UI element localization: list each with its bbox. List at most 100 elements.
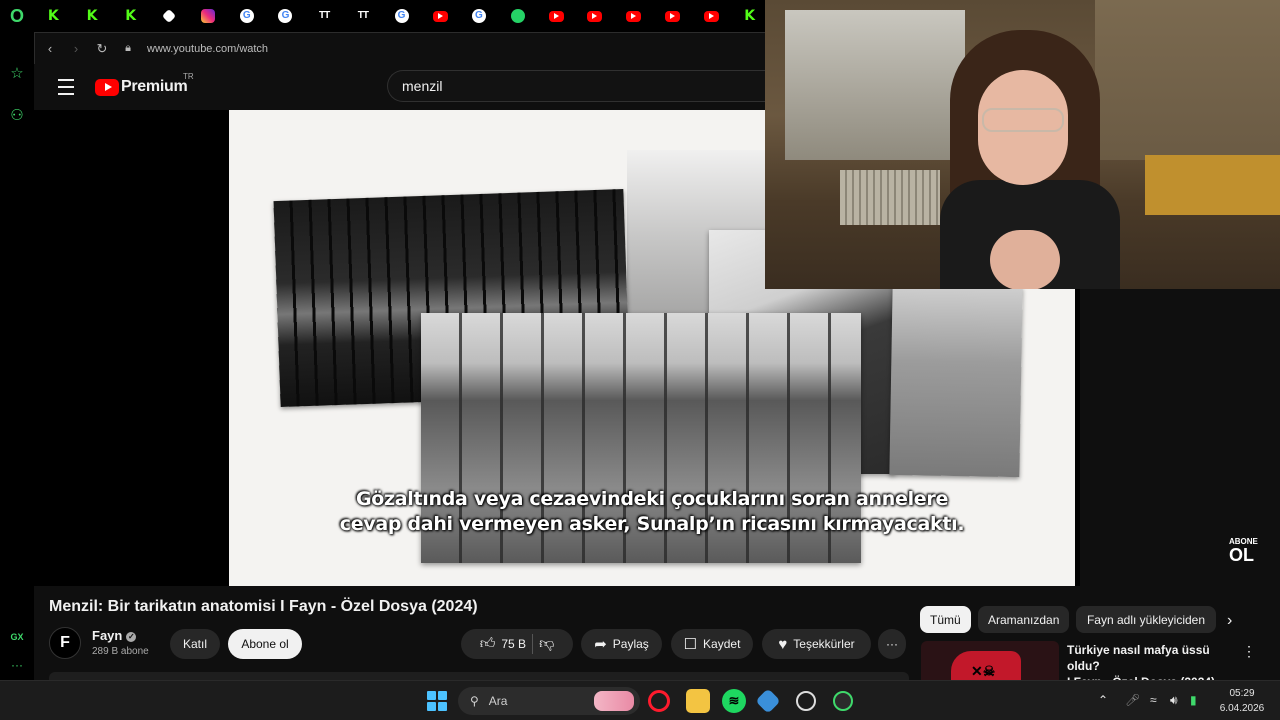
- chrome-icon[interactable]: [833, 691, 853, 711]
- pinned-tab[interactable]: [498, 0, 537, 32]
- star-icon[interactable]: ☆: [0, 64, 34, 82]
- clock-date: 6.04.2026: [1219, 703, 1265, 714]
- windows-start-icon[interactable]: [427, 691, 447, 711]
- pinned-tab[interactable]: G: [227, 0, 266, 32]
- pinned-tab[interactable]: [576, 0, 615, 32]
- subtitle-line: cevap dahi vermeyen asker, Sunalp’ın ric…: [339, 513, 965, 535]
- wifi-icon[interactable]: ≈: [1150, 693, 1157, 707]
- country-code: TR: [183, 72, 194, 81]
- github-icon: [162, 8, 177, 24]
- like-icon[interactable]: 👍︎: [480, 635, 496, 653]
- microphone-icon[interactable]: 🎤︎: [1125, 693, 1140, 707]
- verified-icon: ✓: [126, 632, 137, 642]
- file-explorer-icon[interactable]: [686, 689, 710, 713]
- subscribe-watermark[interactable]: ABONE OL: [1229, 537, 1269, 564]
- pinned-tab[interactable]: TT: [344, 0, 383, 32]
- streamer: [930, 30, 1130, 289]
- watermark-bottom: OL: [1229, 545, 1254, 565]
- taskbar-clock[interactable]: 05:29 6.04.2026: [1212, 686, 1272, 716]
- yard-photo: [889, 284, 1023, 478]
- opera-logo-icon[interactable]: O: [0, 0, 34, 32]
- pinned-tab[interactable]: [537, 0, 576, 32]
- pinned-tab[interactable]: K: [730, 0, 769, 32]
- subscriber-count: 289 B abone: [92, 646, 149, 657]
- recommendation-thumbnail[interactable]: ✕☠: [921, 641, 1059, 680]
- taskbar-search[interactable]: ⚲ Ara: [458, 687, 640, 715]
- kick-icon: K: [86, 8, 98, 24]
- address-bar: ‹ › ↻ 🔒︎ www.youtube.com/watch: [34, 32, 765, 64]
- app-diamond-icon[interactable]: [755, 688, 781, 714]
- back-icon[interactable]: ‹: [39, 38, 61, 60]
- aria-ai-icon[interactable]: ⚇: [0, 106, 34, 124]
- search-highlight-icon: [594, 691, 634, 711]
- super-thanks-icon: ♥: [778, 635, 788, 653]
- youtube-play-icon: [95, 78, 119, 96]
- pinned-tab[interactable]: [150, 0, 189, 32]
- kick-icon: K: [47, 8, 59, 24]
- pinned-tab[interactable]: [653, 0, 692, 32]
- browser-sidebar: ☆ ⚇ GX ···: [0, 32, 34, 680]
- like-count[interactable]: 75 B: [501, 637, 526, 651]
- opera-gx-icon[interactable]: [648, 690, 670, 712]
- screen: O K K K G G TT TT G G K ☆ ⚇ GX ··· ‹ › ↻ 🔒︎ www.y…: [0, 0, 1280, 720]
- pinned-tab[interactable]: K: [111, 0, 150, 32]
- radiator: [840, 170, 940, 225]
- chevron-up-icon[interactable]: ⌃: [1098, 693, 1108, 707]
- bookmark-icon: ☐: [683, 636, 698, 653]
- pinned-tab[interactable]: [189, 0, 228, 32]
- youtube-header: Premium TR menzil: [34, 64, 767, 110]
- share-button[interactable]: ➦ Paylaş: [581, 629, 662, 659]
- recommendation-title-line: Türkiye nasıl mafya üssü oldu?: [1067, 643, 1210, 673]
- url-field[interactable]: www.youtube.com/watch: [147, 43, 268, 55]
- thanks-button[interactable]: ♥ Teşekkürler: [762, 629, 871, 659]
- more-actions-icon[interactable]: ···: [878, 629, 906, 659]
- pinned-tab[interactable]: G: [460, 0, 499, 32]
- pinned-tab[interactable]: G: [266, 0, 305, 32]
- forward-icon[interactable]: ›: [65, 38, 87, 60]
- pinned-tab[interactable]: [421, 0, 460, 32]
- kick-icon: K: [125, 8, 137, 24]
- reload-icon[interactable]: ↻: [91, 38, 113, 60]
- volume-icon[interactable]: 🔊︎: [1170, 693, 1178, 708]
- pinned-tab[interactable]: TT: [305, 0, 344, 32]
- chevron-right-icon[interactable]: ›: [1227, 612, 1232, 630]
- join-button[interactable]: Katıl: [170, 629, 220, 659]
- pinned-tab[interactable]: [614, 0, 653, 32]
- share-label: Paylaş: [612, 637, 649, 651]
- channel-name-row[interactable]: Fayn ✓: [92, 628, 137, 643]
- chip-all[interactable]: Tümü: [920, 606, 971, 633]
- pinned-tab[interactable]: K: [34, 0, 73, 32]
- youtube-logo-text: Premium: [121, 78, 188, 95]
- share-icon: ➦: [594, 636, 607, 653]
- youtube-icon: [548, 10, 564, 22]
- gx-corner-label[interactable]: GX: [0, 632, 34, 642]
- search-icon: ⚲: [470, 694, 479, 708]
- channel-avatar[interactable]: F: [49, 627, 81, 659]
- subtitle-line: Gözaltında veya cezaevindeki çocuklarını…: [355, 488, 949, 510]
- spotify-icon[interactable]: ≋: [722, 689, 746, 713]
- sidebar-more-icon[interactable]: ···: [0, 658, 34, 672]
- search-input[interactable]: menzil: [387, 70, 767, 102]
- pinned-tab[interactable]: K: [73, 0, 112, 32]
- youtube-logo[interactable]: Premium: [95, 78, 188, 96]
- obs-icon[interactable]: [796, 691, 816, 711]
- subscribe-button[interactable]: Abone ol: [228, 629, 302, 659]
- chip-from-uploader[interactable]: Fayn adlı yükleyiciden: [1076, 606, 1216, 633]
- channel-name[interactable]: Fayn: [92, 628, 122, 643]
- menu-icon[interactable]: [52, 76, 80, 98]
- kebab-menu-icon[interactable]: ⋮: [1242, 643, 1256, 660]
- twitch-tracker-icon: TT: [357, 10, 369, 21]
- video-subtitles: Gözaltında veya cezaevindeki çocuklarını…: [229, 487, 1075, 537]
- webcam-overlay: [765, 0, 1280, 289]
- chip-from-search[interactable]: Aramanızdan: [978, 606, 1070, 633]
- pinned-tab[interactable]: [692, 0, 731, 32]
- dislike-icon[interactable]: 👎︎: [539, 635, 554, 653]
- google-icon: G: [471, 9, 486, 23]
- battery-icon[interactable]: ▮: [1190, 693, 1197, 707]
- sofa: [1145, 155, 1280, 215]
- save-button[interactable]: ☐ Kaydet: [671, 629, 753, 659]
- clock-time: 05:29: [1229, 688, 1255, 699]
- pinned-tab[interactable]: G: [382, 0, 421, 32]
- pinned-tabs: K K K G G TT TT G G K: [34, 0, 769, 32]
- video-title: Menzil: Bir tarikatın anatomisi I Fayn -…: [49, 598, 478, 615]
